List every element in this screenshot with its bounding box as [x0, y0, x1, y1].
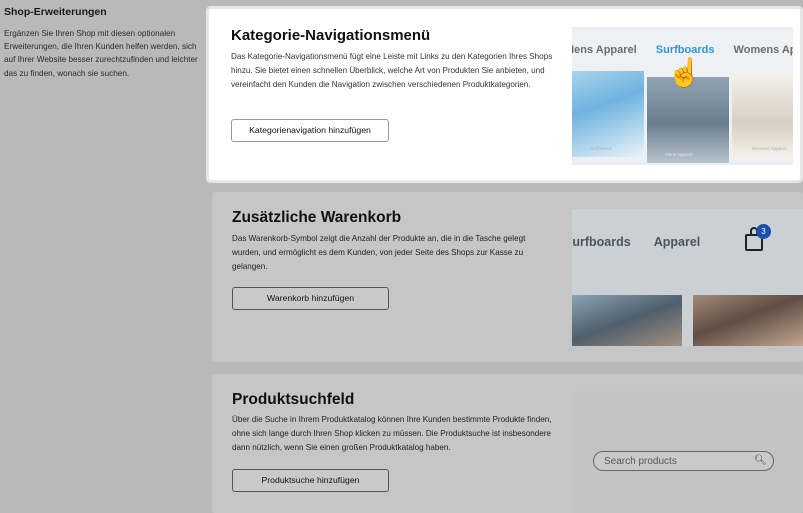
sidebar-title: Shop-Erweiterungen: [4, 6, 107, 18]
preview-nav: Surfboards Apparel: [572, 235, 720, 249]
card-title: Produktsuchfeld: [232, 391, 355, 408]
search-input: Search products 🔍︎: [593, 451, 774, 471]
womens-apparel-photo: Womens Apparel: [732, 71, 793, 157]
photo-caption: Womens Apparel: [752, 146, 787, 151]
card-description: Das Warenkorb-Symbol zeigt die Anzahl de…: [232, 234, 526, 272]
preview-nav-item: Apparel: [653, 235, 701, 249]
sidebar-description: Ergänzen Sie Ihren Shop mit diesen optio…: [4, 29, 198, 78]
card-description: Das Kategorie-Navigationsmenü fügt eine …: [231, 52, 553, 90]
cart-card: Zusätzliche Warenkorb Das Warenkorb-Symb…: [212, 192, 803, 362]
photo-man: [572, 295, 682, 346]
sidebar: Shop-Erweiterungen Ergänzen Sie Ihren Sh…: [4, 6, 200, 80]
add-category-nav-button[interactable]: Kategorienavigation hinzufügen: [231, 119, 389, 142]
search-preview: Search products 🔍︎: [572, 391, 803, 513]
preview-nav-item: Womens Apparel: [733, 44, 793, 56]
search-icon: 🔍︎: [754, 455, 767, 466]
cart-preview: Surfboards Apparel 3: [572, 209, 803, 346]
category-nav-card: Kategorie-Navigationsmenü Das Kategorie-…: [209, 9, 800, 180]
mens-apparel-photo: Mens Apparel: [647, 77, 729, 163]
card-title: Kategorie-Navigationsmenü: [231, 27, 431, 44]
hand-pointer-icon: ☝: [667, 57, 702, 88]
add-cart-button[interactable]: Warenkorb hinzufügen: [232, 287, 389, 310]
cart-count-badge: 3: [756, 224, 771, 239]
photo-caption: Mens Apparel: [665, 152, 693, 157]
preview-nav: Mens Apparel Surfboards Womens Apparel: [572, 44, 793, 56]
photo-woman: [693, 295, 803, 346]
surf-photo: Surfboards: [572, 71, 644, 157]
card-description: Über die Suche in Ihrem Produktkatalog k…: [232, 415, 552, 453]
product-search-card: Produktsuchfeld Über die Suche in Ihrem …: [212, 374, 803, 513]
add-product-search-button[interactable]: Produktsuche hinzufügen: [232, 469, 389, 492]
preview-nav-item: Surfboards: [572, 235, 631, 249]
preview-nav-item: Mens Apparel: [572, 44, 637, 56]
photo-caption: Surfboards: [590, 146, 613, 151]
preview-nav-item-active: Surfboards: [655, 44, 715, 56]
card-title: Zusätzliche Warenkorb: [232, 209, 402, 226]
category-nav-preview: Mens Apparel Surfboards Womens Apparel S…: [572, 27, 793, 165]
search-placeholder: Search products: [604, 456, 677, 467]
